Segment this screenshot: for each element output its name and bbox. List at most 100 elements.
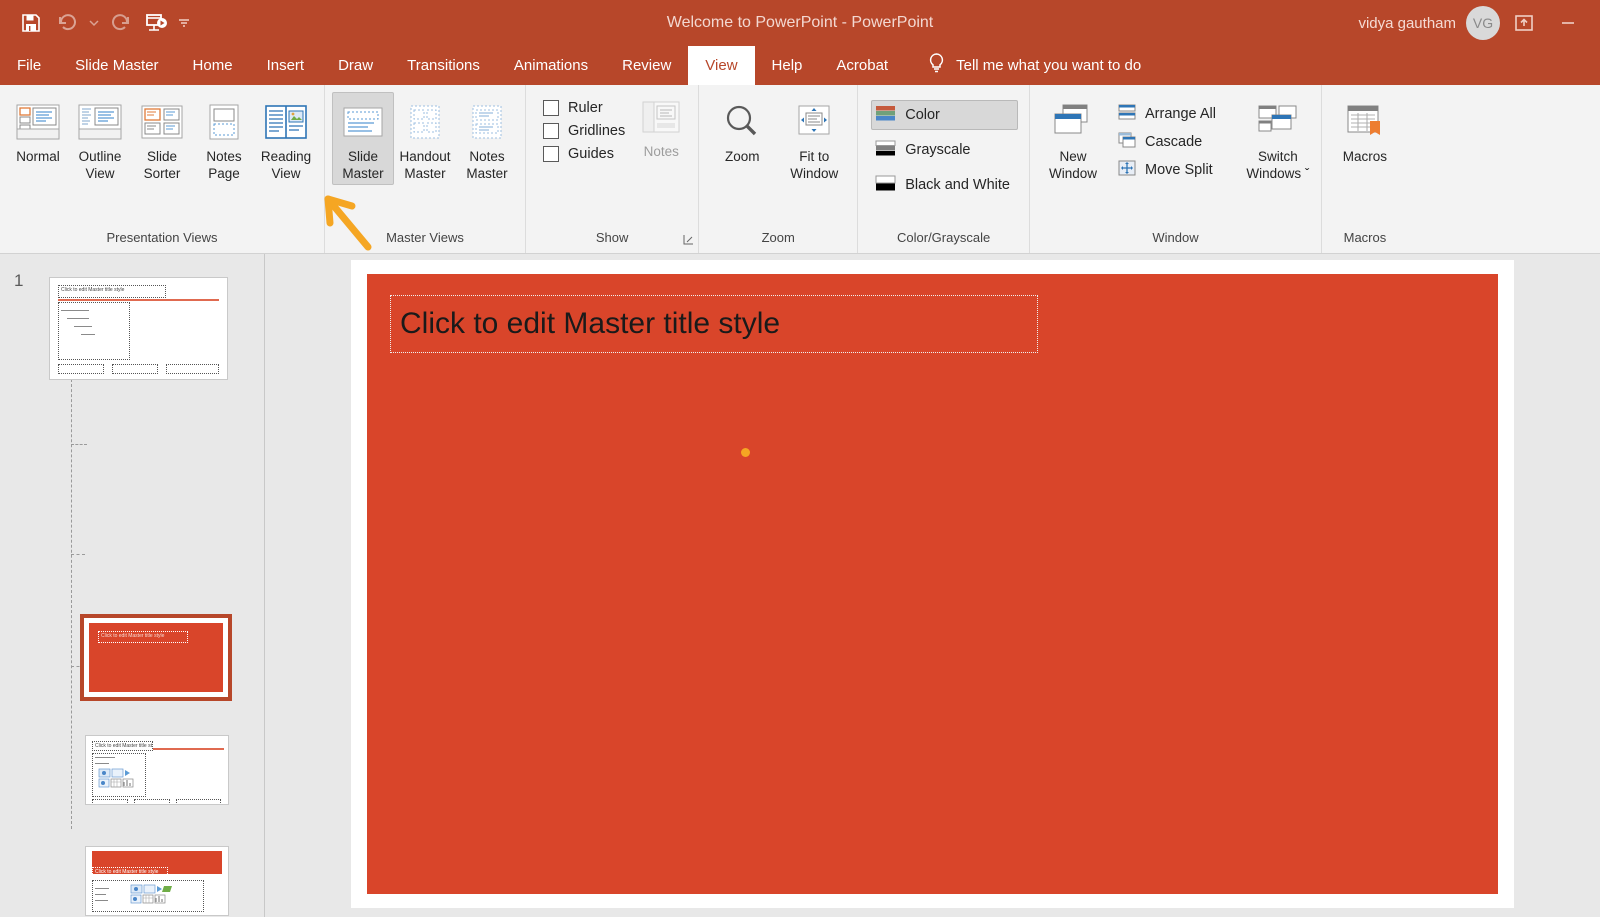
notes-icon [639,98,683,141]
macros-label: Macros [1342,149,1388,164]
slide-master-label-1: Slide [347,149,379,164]
tab-slide-master[interactable]: Slide Master [58,46,175,85]
notes-master-button[interactable]: Notes Master [456,92,518,185]
handout-master-button[interactable]: Handout Master [394,92,456,185]
tab-review[interactable]: Review [605,46,688,85]
outline-view-button[interactable]: Outline View [69,92,131,185]
black-and-white-option[interactable]: Black and White [871,170,1018,200]
notes-page-label-2: Page [208,166,240,181]
ribbon: Normal Outline View Slide Sorter Notes P… [0,85,1600,254]
outline-view-icon [77,97,123,147]
thumb1-body-line [61,310,89,311]
notes-page-icon [201,97,247,147]
tab-animations[interactable]: Animations [497,46,605,85]
banner-layout-thumbnail[interactable]: Click to edit Master title style [85,846,229,916]
gridlines-checkbox[interactable] [543,123,559,139]
master-title-placeholder[interactable]: Click to edit Master title style [390,295,1038,353]
new-window-label-1: New [1059,149,1087,164]
black-and-white-swatch-icon [875,173,896,197]
slide-master-layout[interactable]: Click to edit Master title style [367,274,1498,894]
undo-dropdown-caret-icon[interactable] [86,7,102,39]
tree-connector-tick-3 [71,554,85,555]
ribbon-group-window: New Window Arrange All Cascade Move Spli… [1029,85,1321,253]
thumb4-title-placeholder: Click to edit Master title style [92,867,168,878]
tab-insert[interactable]: Insert [250,46,322,85]
guides-checkbox[interactable] [543,146,559,162]
grayscale-swatch-icon [875,138,896,162]
cascade-button[interactable]: Cascade [1113,130,1220,154]
ruler-checkbox-row[interactable]: Ruler [543,100,625,116]
content-layout-thumbnail[interactable]: Click to edit Master title style [85,735,229,805]
start-presentation-icon[interactable] [140,7,174,39]
color-mode-list: Color Grayscale Black and White [865,92,1022,200]
tab-draw[interactable]: Draw [321,46,390,85]
handout-master-label-2: Master [404,166,446,181]
save-icon[interactable] [14,7,48,39]
color-option[interactable]: Color [871,100,1018,130]
slide-master-thumbnail[interactable]: Click to edit Master title style [49,277,228,380]
macros-icon [1342,97,1388,147]
slide-canvas-pane: Click to edit Master title style [265,254,1600,917]
tell-me-label: Tell me what you want to do [956,57,1142,74]
grayscale-option[interactable]: Grayscale [871,135,1018,165]
user-name-label: vidya gautham [1358,14,1456,32]
tab-home[interactable]: Home [176,46,250,85]
gridlines-checkbox-row[interactable]: Gridlines [543,123,625,139]
notes-page-button[interactable]: Notes Page [193,92,255,185]
guides-label: Guides [568,146,614,162]
switch-windows-button[interactable]: Switch Windows ˇ [1242,92,1314,185]
notes-button: Notes [631,92,691,159]
minimize-icon[interactable] [1548,6,1588,40]
cursor-dot-marker [741,448,750,457]
thumb1-title-rule [58,299,219,301]
show-dialog-launcher-icon[interactable] [683,234,694,248]
fit-to-window-label-2: Window [790,166,839,181]
cascade-icon [1117,131,1137,153]
notes-master-label-2: Master [466,166,508,181]
zoom-button[interactable]: Zoom [706,92,778,168]
new-window-button[interactable]: New Window [1037,92,1109,185]
outline-view-label-2: View [85,166,115,181]
slide-thumbnail-pane[interactable]: 1 Click to edit Master title style Click… [0,254,265,917]
tree-connector-tick-2 [71,444,87,445]
move-split-button[interactable]: Move Split [1113,158,1220,182]
show-checkbox-list: Ruler Gridlines Guides [533,92,631,162]
ruler-checkbox[interactable] [543,100,559,116]
fit-to-window-icon [792,97,836,147]
thumb1-footer-center [112,364,158,374]
switch-windows-label-2: Windows ˇ [1246,166,1310,181]
guides-checkbox-row[interactable]: Guides [543,146,625,162]
title-slide-layout-thumbnail[interactable]: Click to edit Master title style [80,614,232,701]
arrange-all-label: Arrange All [1145,106,1216,122]
tab-acrobat[interactable]: Acrobat [819,46,905,85]
customize-qat-caret-icon[interactable] [176,7,192,39]
move-split-icon [1117,159,1137,181]
ribbon-group-presentation-views: Normal Outline View Slide Sorter Notes P… [0,85,324,253]
macros-button[interactable]: Macros [1329,92,1401,168]
tab-view[interactable]: View [688,46,755,85]
tab-transitions[interactable]: Transitions [390,46,497,85]
slide-sorter-label-1: Slide [146,149,178,164]
tab-help[interactable]: Help [755,46,820,85]
group-label-show: Show [595,230,629,245]
slide-master-icon [340,97,386,147]
thumb3-title-rule [153,748,224,750]
slide-master-button[interactable]: Slide Master [332,92,394,185]
ribbon-display-options-icon[interactable] [1504,6,1544,40]
tab-file[interactable]: File [0,46,58,85]
grayscale-label: Grayscale [905,142,971,158]
color-swatch-icon [875,103,896,127]
slide-sorter-button[interactable]: Slide Sorter [131,92,193,185]
undo-icon[interactable] [50,7,84,39]
handout-master-icon [402,97,448,147]
normal-view-button[interactable]: Normal [7,92,69,168]
reading-view-button[interactable]: Reading View [255,92,317,185]
group-label-color-grayscale: Color/Grayscale [897,230,991,245]
arrange-all-button[interactable]: Arrange All [1113,102,1220,126]
avatar[interactable]: VG [1466,6,1500,40]
fit-to-window-button[interactable]: Fit to Window [778,92,850,185]
group-label-window: Window [1152,230,1199,245]
thumb1-body-line [81,334,95,335]
redo-icon[interactable] [104,7,138,39]
tell-me-search[interactable]: Tell me what you want to do [927,46,1141,85]
